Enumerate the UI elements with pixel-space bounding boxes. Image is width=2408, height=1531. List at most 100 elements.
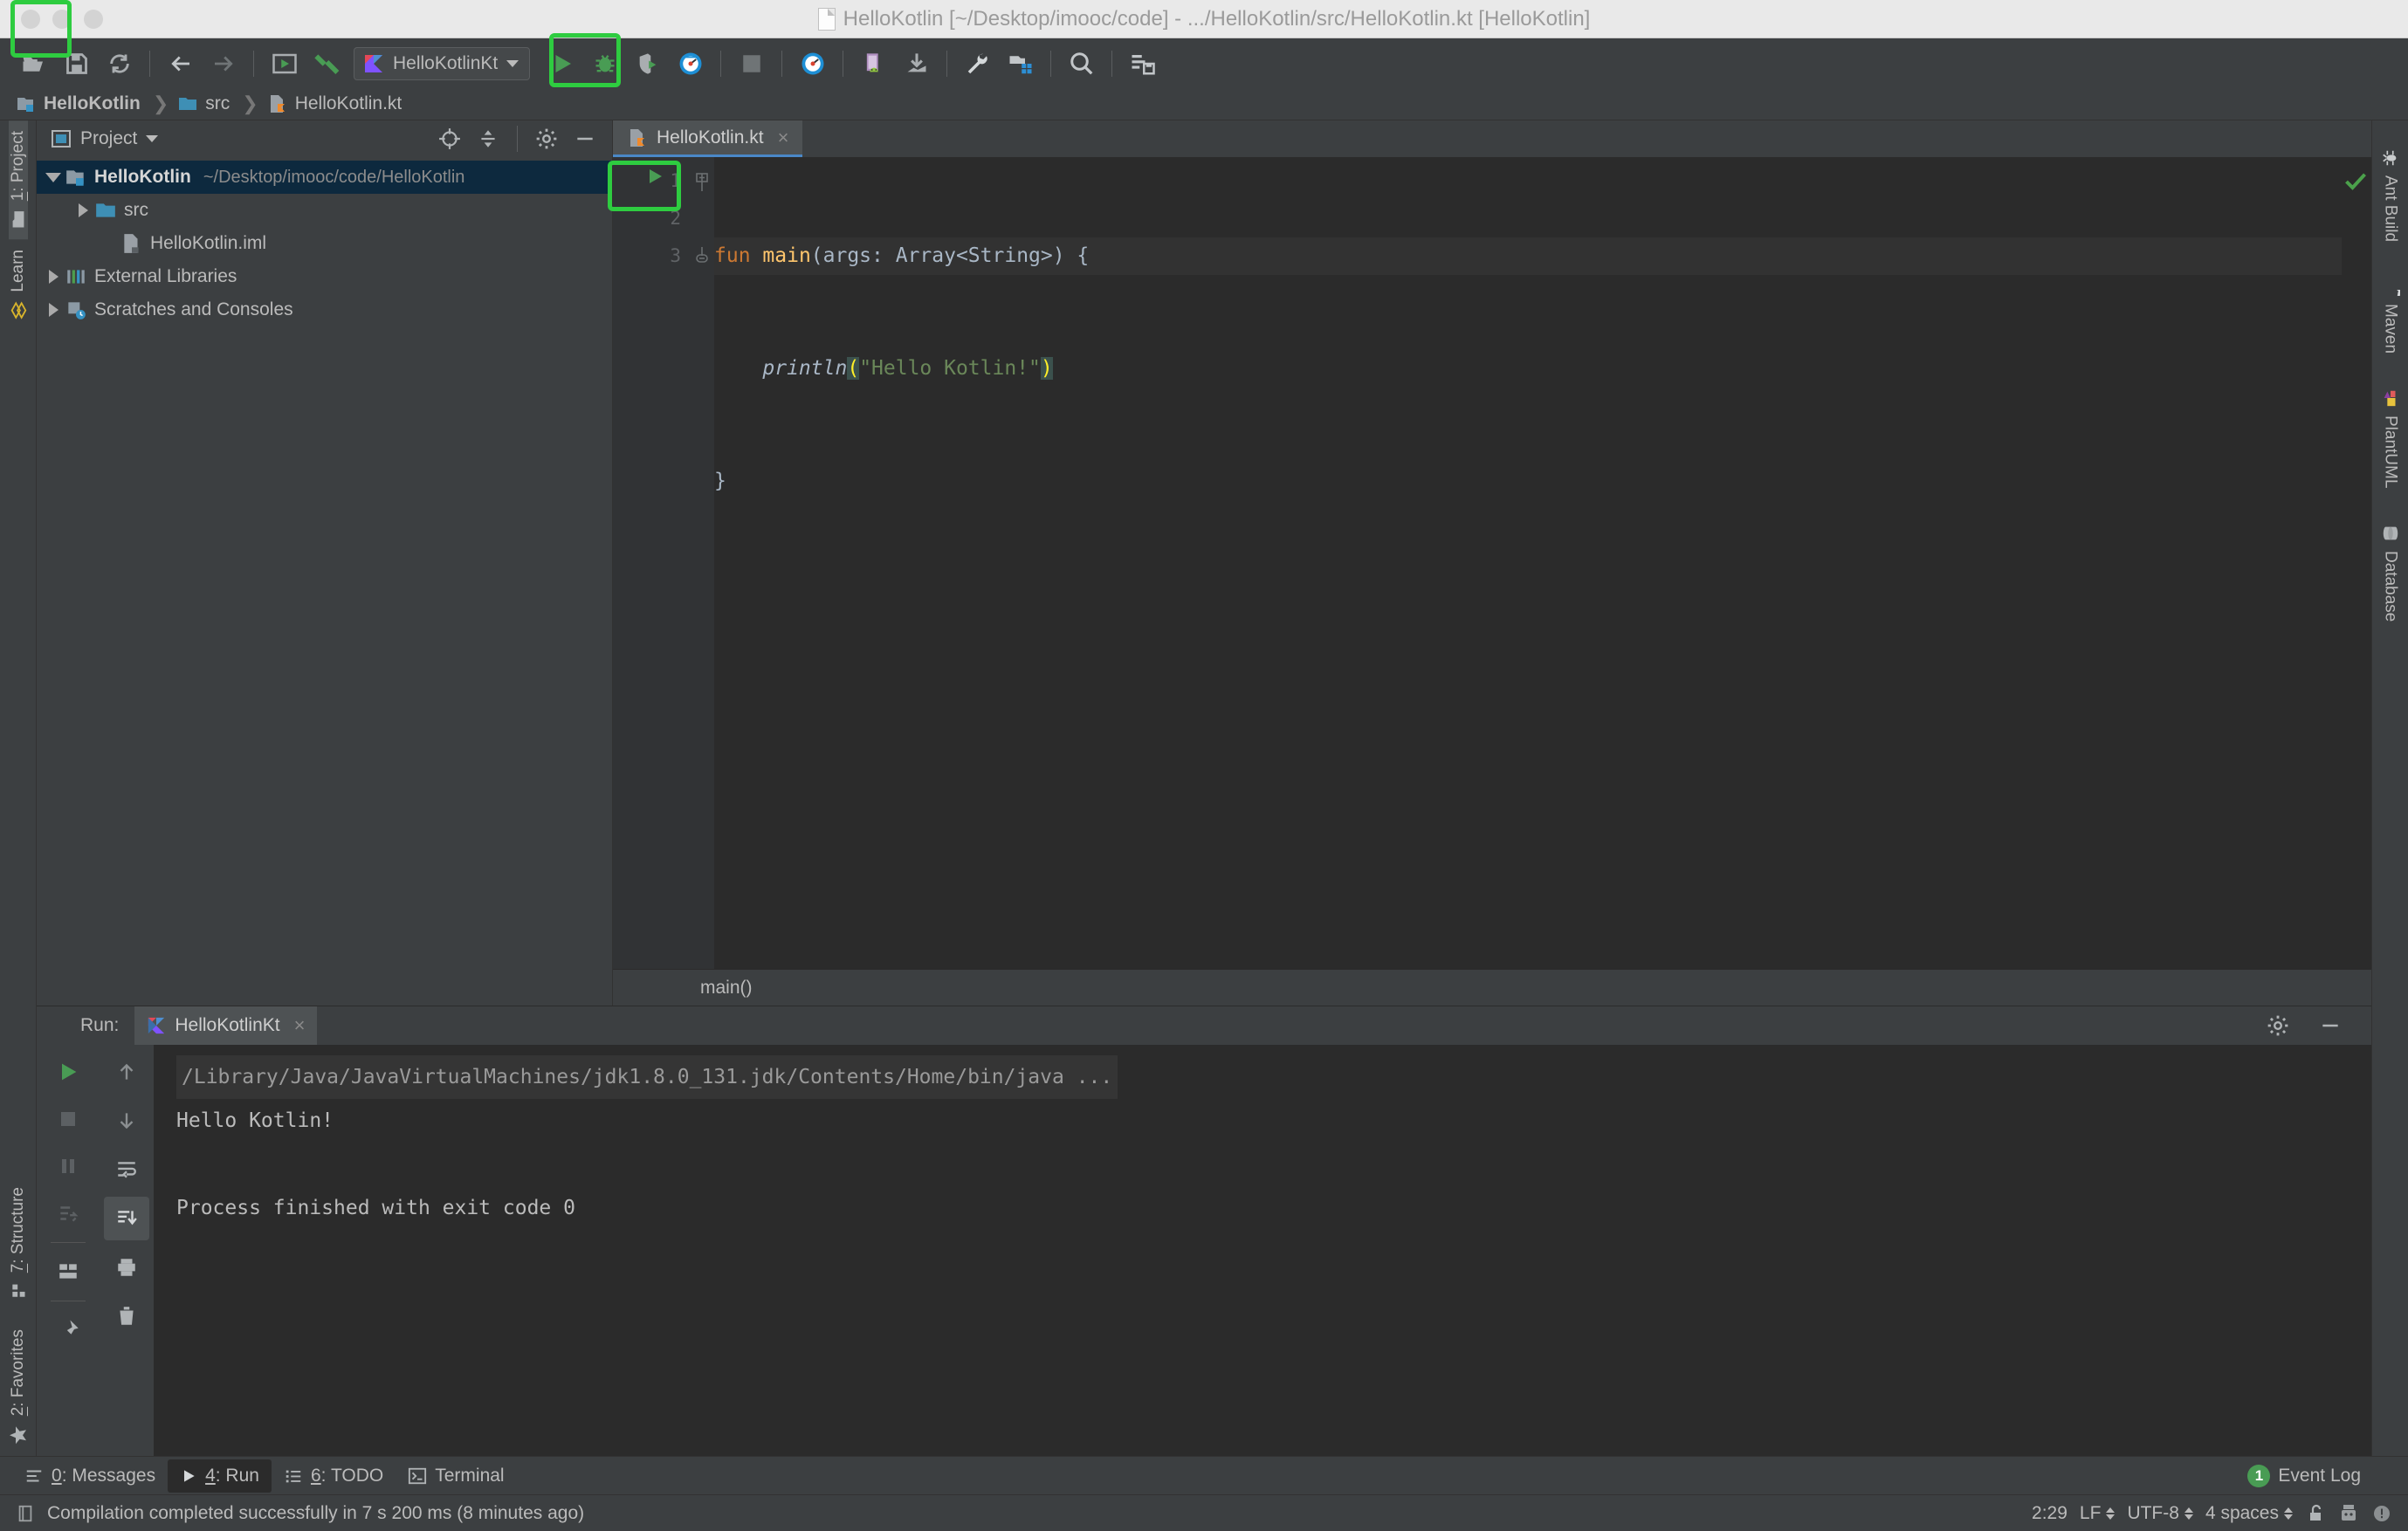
breadcrumb-item-file[interactable]: HelloKotlin.kt [267,93,406,114]
sidebar-tab-label: 2: Favorites [8,1328,27,1416]
profiler-icon[interactable] [669,45,712,83]
chevron-down-icon[interactable] [146,135,159,142]
lock-open-icon[interactable] [2305,1503,2326,1524]
inspector-icon[interactable] [2338,1503,2359,1524]
expand-arrow-icon[interactable] [42,172,65,182]
run-tab-label: HelloKotlinKt [175,1015,280,1035]
right-tool-strip: Ant Build m Maven PlantUML Database [2371,120,2408,1456]
fold-marker-close[interactable] [690,237,714,275]
sidebar-item-database[interactable]: Database [2381,511,2400,644]
breadcrumb-item-folder[interactable]: src [177,93,233,114]
ant-icon [2382,150,2396,166]
bottom-tab-run[interactable]: 4: Run [168,1459,272,1493]
warning-icon[interactable] [2371,1503,2392,1524]
indent-selector[interactable]: 4 spaces [2205,1503,2293,1524]
tree-node-hellokotlin[interactable]: HelloKotlin ~/Desktop/imooc/code/HelloKo… [37,161,612,194]
sidebar-item-project[interactable]: 1: Project [8,120,28,240]
iml-icon [124,234,139,253]
line-separator-selector[interactable]: LF [2080,1503,2116,1524]
layout-icon[interactable] [45,1250,91,1294]
tree-node-scratches[interactable]: Scratches and Consoles [37,293,612,326]
inspection-ok-check[interactable] [2343,169,2368,198]
sync-db-icon[interactable] [1121,45,1164,83]
editor-gutter[interactable]: 1 2 3 [613,157,690,969]
chevron-down-icon[interactable] [506,59,519,67]
tree-node-external-libraries[interactable]: External Libraries [37,260,612,293]
coverage-icon[interactable] [626,45,669,83]
profiler-gauge-icon[interactable] [791,45,834,83]
expand-arrow-icon[interactable] [42,270,65,284]
bottom-tab-messages[interactable]: 0: Messages [12,1459,168,1493]
download-icon[interactable] [895,45,938,83]
sidebar-item-plantuml[interactable]: PlantUML [2381,376,2400,511]
main-toolbar: HelloKotlinKt [0,33,2408,88]
search-icon[interactable] [1060,45,1103,83]
print-icon[interactable] [104,1246,149,1289]
minimize-icon[interactable] [2315,1011,2345,1040]
down-arrow-icon[interactable] [104,1099,149,1143]
run-button[interactable] [540,45,583,83]
code-line-1: fun main(args: Array<String>) { [714,237,2342,275]
settings-gear-icon[interactable] [2263,1011,2293,1040]
run-configuration-selector[interactable]: HelloKotlinKt [354,46,531,80]
event-log-button[interactable]: 1 Event Log [2235,1459,2373,1493]
sidebar-tab-label: 1: Project [8,131,27,202]
code-line-2: println("Hello Kotlin!") [714,350,2342,388]
bottom-tab-todo[interactable]: 6: TODO [272,1459,396,1493]
sidebar-item-learn[interactable]: Learn [9,239,28,331]
expand-arrow-icon[interactable] [42,303,65,317]
save-icon[interactable] [55,45,98,83]
locate-icon[interactable] [435,124,464,154]
soft-wrap-icon[interactable] [104,1148,149,1191]
bottom-tab-label: Terminal [435,1465,505,1486]
debug-icon[interactable] [583,45,626,83]
sidebar-item-ant-build[interactable]: Ant Build [2381,136,2400,264]
gutter-run-icon[interactable] [643,164,667,189]
editor-breadcrumb-main[interactable]: main() [700,978,753,999]
expand-arrow-icon[interactable] [72,203,94,217]
collapse-all-icon[interactable] [473,124,503,154]
settings-gear-icon[interactable] [532,124,561,154]
build-hammer-icon[interactable] [306,45,348,83]
breadcrumb-label: HelloKotlin [44,93,141,113]
android-device-icon[interactable] [852,45,895,83]
back-arrow-icon[interactable] [159,45,202,83]
encoding-selector[interactable]: UTF-8 [2127,1503,2193,1524]
fold-marker-open[interactable] [690,162,714,200]
editor-scrollbar[interactable] [2342,157,2371,969]
toolbar-divider [1111,50,1113,77]
sidebar-tab-label: PlantUML [2381,415,2400,489]
scroll-to-end-icon[interactable] [104,1197,149,1240]
open-folder-icon[interactable] [12,45,55,83]
caret-position[interactable]: 2:29 [2032,1503,2067,1524]
up-arrow-icon[interactable] [104,1050,149,1094]
bottom-tab-terminal[interactable]: Terminal [396,1459,516,1493]
rerun-icon[interactable] [45,1050,91,1094]
fold-column[interactable] [690,157,714,969]
tree-node-src[interactable]: src [37,194,612,227]
sync-icon[interactable] [98,45,141,83]
project-panel-header: Project [37,120,612,157]
run-tab-hellokotlinkt[interactable]: HelloKotlinKt × [134,1006,318,1045]
pin-icon[interactable] [45,1308,91,1352]
editor-tab-hellokotlin-kt[interactable]: HelloKotlin.kt × [613,120,803,157]
wrench-icon[interactable] [956,45,999,83]
minimize-icon[interactable] [570,124,600,154]
run-window-icon[interactable] [263,45,306,83]
sidebar-item-structure[interactable]: 7: Structure [9,1177,28,1309]
tree-node-iml[interactable]: HelloKotlin.iml [37,227,612,260]
breadcrumb-item-module[interactable]: HelloKotlin [16,93,144,114]
console-output[interactable]: /Library/Java/JavaVirtualMachines/jdk1.8… [154,1045,2371,1456]
code-editor[interactable]: 1 2 3 fun main(args: Array<String>) {pr… [608,157,2371,969]
code-content[interactable]: fun main(args: Array<String>) { println(… [608,157,2342,969]
status-message: Compilation completed successfully in 7 … [47,1502,585,1523]
sdk-manager-icon[interactable] [999,45,1042,83]
sidebar-item-favorites[interactable]: 2: Favorites [8,1310,29,1456]
forward-arrow-icon[interactable] [202,45,244,83]
close-icon[interactable]: × [778,127,789,149]
close-icon[interactable]: × [294,1014,306,1037]
trash-icon[interactable] [104,1294,149,1338]
sidebar-item-maven[interactable]: m Maven [2381,264,2400,376]
stop-icon [45,1097,91,1141]
bottom-tab-label: 0: Messages [52,1465,156,1486]
